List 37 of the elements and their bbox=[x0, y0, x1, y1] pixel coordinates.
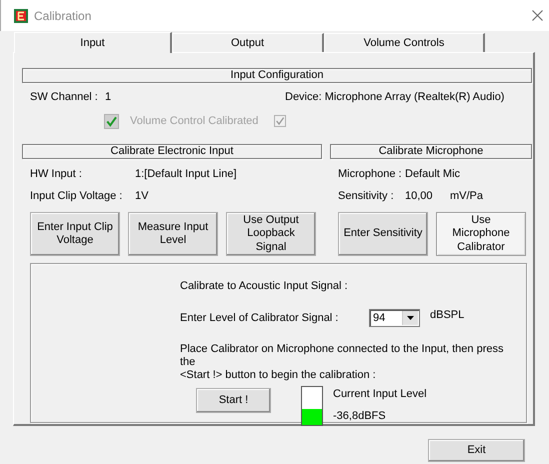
group-header: Calibrate Electronic Input bbox=[22, 144, 322, 159]
field-label: SW Channel : bbox=[30, 91, 99, 103]
unit-label: dBSPL bbox=[430, 309, 464, 321]
field-label: Input Clip Voltage : bbox=[30, 190, 124, 202]
field-label: HW Input : bbox=[30, 168, 83, 180]
action-button[interactable]: Use Output Loopback Signal bbox=[226, 212, 316, 256]
action-button[interactable]: Enter Input Clip Voltage bbox=[30, 212, 120, 256]
section-heading: Calibrate to Acoustic Input Signal : bbox=[180, 280, 349, 292]
field-value: 10,00 bbox=[405, 190, 434, 202]
dropdown-arrow-icon bbox=[407, 316, 414, 320]
field-value: Default Mic bbox=[405, 168, 460, 180]
field-label: Sensitivity : bbox=[338, 190, 395, 202]
meter-label: Current Input Level bbox=[333, 388, 427, 400]
unit-label: mV/Pa bbox=[450, 190, 484, 202]
field-value: 1 bbox=[105, 91, 112, 103]
level-dropdown[interactable]: 94 bbox=[369, 309, 420, 327]
start-button[interactable]: Start ! bbox=[196, 388, 271, 413]
action-button[interactable]: Measure Input Level bbox=[128, 212, 218, 256]
field-value: 1:[Default Input Line] bbox=[135, 168, 237, 180]
exit-button[interactable]: Exit bbox=[428, 439, 525, 462]
app-icon bbox=[14, 8, 28, 22]
checkbox-label: Volume Control Calibrated bbox=[130, 115, 258, 127]
close-icon[interactable] bbox=[532, 10, 543, 21]
window-title: Calibration bbox=[34, 8, 92, 22]
tab[interactable]: Output bbox=[172, 33, 324, 52]
meter-reading: -36,8dBFS bbox=[333, 410, 387, 422]
group-header: Input Configuration bbox=[22, 68, 532, 83]
field-value: 1V bbox=[135, 190, 148, 202]
tab[interactable]: Volume Controls bbox=[324, 33, 485, 52]
instruction-text: Place Calibrator on Microphone connected to the Input, then press the <Start !> button to begin the calibration : bbox=[180, 343, 504, 382]
field-label: Enter Level of Calibrator Signal : bbox=[180, 312, 340, 324]
tab[interactable]: Input bbox=[14, 32, 172, 53]
action-button[interactable]: Enter Sensitivity bbox=[338, 212, 428, 256]
device-text: Device: Microphone Array (Realtek(R) Audio) bbox=[285, 91, 504, 103]
group-header: Calibrate Microphone bbox=[330, 144, 532, 159]
action-button[interactable]: Use Microphone Calibrator bbox=[436, 212, 526, 256]
field-label: Microphone : bbox=[338, 168, 403, 180]
